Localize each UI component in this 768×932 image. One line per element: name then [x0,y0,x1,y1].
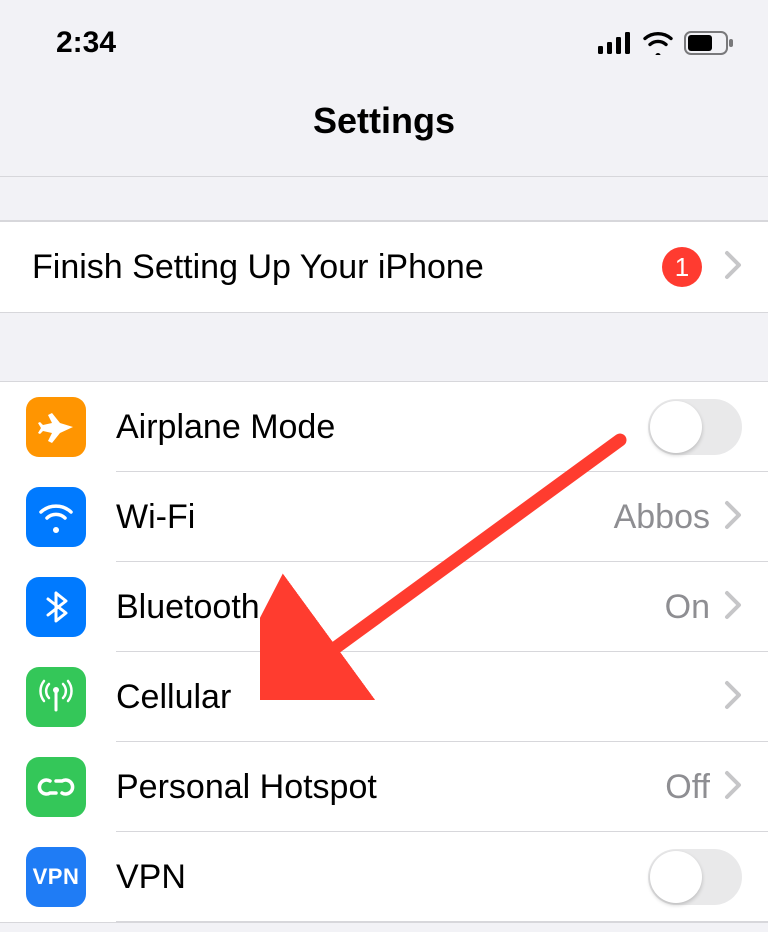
finish-setup-label: Finish Setting Up Your iPhone [32,248,662,287]
status-time: 2:34 [56,26,116,60]
cellular-label: Cellular [116,678,724,717]
chevron-right-icon [724,250,742,285]
personal-hotspot-row[interactable]: Personal Hotspot Off [0,742,768,832]
battery-icon [684,31,734,55]
wifi-label: Wi-Fi [116,498,614,537]
setup-section: Finish Setting Up Your iPhone 1 [0,221,768,313]
vpn-icon-text: VPN [33,864,80,890]
cellular-row[interactable]: Cellular [0,652,768,742]
wifi-row[interactable]: Wi-Fi Abbos [0,472,768,562]
hotspot-label: Personal Hotspot [116,768,665,807]
airplane-mode-toggle[interactable] [648,399,742,455]
hotspot-icon [26,757,86,817]
wifi-icon [642,31,674,55]
status-indicators [598,31,734,55]
chevron-right-icon [724,680,742,715]
chevron-right-icon [724,590,742,625]
chevron-right-icon [724,770,742,805]
cellular-signal-icon [598,32,632,54]
finish-setup-row[interactable]: Finish Setting Up Your iPhone 1 [0,222,768,312]
bluetooth-label: Bluetooth [116,588,665,627]
airplane-mode-row[interactable]: Airplane Mode [0,382,768,472]
hotspot-value: Off [665,768,710,807]
wifi-value: Abbos [614,498,710,537]
vpn-toggle[interactable] [648,849,742,905]
page-title: Settings [0,70,768,176]
cellular-icon [26,667,86,727]
chevron-right-icon [724,500,742,535]
vpn-icon: VPN [26,847,86,907]
bluetooth-value: On [665,588,710,627]
vpn-row[interactable]: VPN VPN [0,832,768,922]
wifi-settings-icon [26,487,86,547]
airplane-icon [26,397,86,457]
bluetooth-row[interactable]: Bluetooth On [0,562,768,652]
connectivity-section: Airplane Mode Wi-Fi Abbos Bluetooth On [0,381,768,923]
status-bar: 2:34 [0,0,768,70]
vpn-label: VPN [116,858,648,897]
airplane-mode-label: Airplane Mode [116,408,648,447]
bluetooth-icon [26,577,86,637]
notification-badge: 1 [662,247,702,287]
